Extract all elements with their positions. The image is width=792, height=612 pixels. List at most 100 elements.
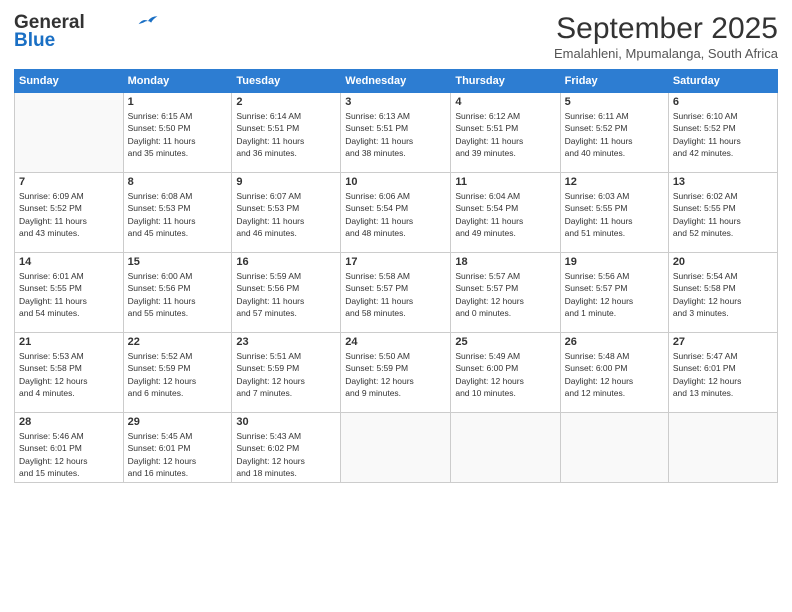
calendar-cell bbox=[560, 413, 668, 483]
calendar-cell: 30 Sunrise: 5:43 AMSunset: 6:02 PMDayligh… bbox=[232, 413, 341, 483]
calendar-cell: 19 Sunrise: 5:56 AMSunset: 5:57 PMDayligh… bbox=[560, 253, 668, 333]
calendar-cell: 26 Sunrise: 5:48 AMSunset: 6:00 PMDayligh… bbox=[560, 333, 668, 413]
calendar-table: Sunday Monday Tuesday Wednesday Thursday… bbox=[14, 69, 778, 483]
calendar-cell: 27 Sunrise: 5:47 AMSunset: 6:01 PMDayligh… bbox=[668, 333, 777, 413]
day-number: 16 bbox=[236, 256, 336, 268]
day-info: Sunrise: 5:49 AMSunset: 6:00 PMDaylight:… bbox=[455, 350, 555, 399]
col-saturday: Saturday bbox=[668, 70, 777, 93]
day-number: 14 bbox=[19, 256, 119, 268]
day-info: Sunrise: 5:53 AMSunset: 5:58 PMDaylight:… bbox=[19, 350, 119, 399]
day-info: Sunrise: 5:58 AMSunset: 5:57 PMDaylight:… bbox=[345, 270, 446, 319]
day-number: 25 bbox=[455, 336, 555, 348]
day-info: Sunrise: 5:51 AMSunset: 5:59 PMDaylight:… bbox=[236, 350, 336, 399]
day-info: Sunrise: 5:43 AMSunset: 6:02 PMDaylight:… bbox=[236, 430, 336, 479]
day-info: Sunrise: 6:09 AMSunset: 5:52 PMDaylight:… bbox=[19, 190, 119, 239]
day-number: 8 bbox=[128, 176, 228, 188]
month-title: September 2025 bbox=[554, 12, 778, 46]
calendar-cell: 24 Sunrise: 5:50 AMSunset: 5:59 PMDayligh… bbox=[341, 333, 451, 413]
day-number: 30 bbox=[236, 416, 336, 428]
day-number: 23 bbox=[236, 336, 336, 348]
day-info: Sunrise: 6:08 AMSunset: 5:53 PMDaylight:… bbox=[128, 190, 228, 239]
day-info: Sunrise: 6:04 AMSunset: 5:54 PMDaylight:… bbox=[455, 190, 555, 239]
day-number: 13 bbox=[673, 176, 773, 188]
calendar-cell bbox=[15, 93, 124, 173]
day-info: Sunrise: 5:59 AMSunset: 5:56 PMDaylight:… bbox=[236, 270, 336, 319]
page-header: General Blue September 2025 Emalahleni, … bbox=[14, 12, 778, 61]
calendar-cell: 3 Sunrise: 6:13 AMSunset: 5:51 PMDaylight… bbox=[341, 93, 451, 173]
day-number: 3 bbox=[345, 96, 446, 108]
day-info: Sunrise: 6:01 AMSunset: 5:55 PMDaylight:… bbox=[19, 270, 119, 319]
day-info: Sunrise: 6:13 AMSunset: 5:51 PMDaylight:… bbox=[345, 110, 446, 159]
day-info: Sunrise: 6:12 AMSunset: 5:51 PMDaylight:… bbox=[455, 110, 555, 159]
calendar-cell: 7 Sunrise: 6:09 AMSunset: 5:52 PMDaylight… bbox=[15, 173, 124, 253]
day-info: Sunrise: 6:03 AMSunset: 5:55 PMDaylight:… bbox=[565, 190, 664, 239]
calendar-cell bbox=[341, 413, 451, 483]
day-number: 10 bbox=[345, 176, 446, 188]
day-info: Sunrise: 6:07 AMSunset: 5:53 PMDaylight:… bbox=[236, 190, 336, 239]
day-number: 7 bbox=[19, 176, 119, 188]
col-thursday: Thursday bbox=[451, 70, 560, 93]
calendar-cell: 2 Sunrise: 6:14 AMSunset: 5:51 PMDaylight… bbox=[232, 93, 341, 173]
calendar-cell: 9Sunrise: 6:07 AMSunset: 5:53 PMDaylight… bbox=[232, 173, 341, 253]
day-info: Sunrise: 6:11 AMSunset: 5:52 PMDaylight:… bbox=[565, 110, 664, 159]
day-info: Sunrise: 5:46 AMSunset: 6:01 PMDaylight:… bbox=[19, 430, 119, 479]
calendar-cell: 5 Sunrise: 6:11 AMSunset: 5:52 PMDaylight… bbox=[560, 93, 668, 173]
day-number: 26 bbox=[565, 336, 664, 348]
title-block: September 2025 Emalahleni, Mpumalanga, S… bbox=[554, 12, 778, 61]
calendar-header-row: Sunday Monday Tuesday Wednesday Thursday… bbox=[15, 70, 778, 93]
day-number: 28 bbox=[19, 416, 119, 428]
day-number: 22 bbox=[128, 336, 228, 348]
calendar-cell: 12 Sunrise: 6:03 AMSunset: 5:55 PMDayligh… bbox=[560, 173, 668, 253]
calendar-cell: 23 Sunrise: 5:51 AMSunset: 5:59 PMDayligh… bbox=[232, 333, 341, 413]
day-info: Sunrise: 6:15 AMSunset: 5:50 PMDaylight:… bbox=[128, 110, 228, 159]
day-info: Sunrise: 5:48 AMSunset: 6:00 PMDaylight:… bbox=[565, 350, 664, 399]
calendar-cell: 28 Sunrise: 5:46 AMSunset: 6:01 PMDayligh… bbox=[15, 413, 124, 483]
calendar-cell: 14 Sunrise: 6:01 AMSunset: 5:55 PMDayligh… bbox=[15, 253, 124, 333]
calendar-cell: 11 Sunrise: 6:04 AMSunset: 5:54 PMDayligh… bbox=[451, 173, 560, 253]
day-number: 18 bbox=[455, 256, 555, 268]
day-number: 21 bbox=[19, 336, 119, 348]
day-number: 29 bbox=[128, 416, 228, 428]
day-info: Sunrise: 6:06 AMSunset: 5:54 PMDaylight:… bbox=[345, 190, 446, 239]
day-info: Sunrise: 5:47 AMSunset: 6:01 PMDaylight:… bbox=[673, 350, 773, 399]
day-number: 19 bbox=[565, 256, 664, 268]
calendar-cell: 25 Sunrise: 5:49 AMSunset: 6:00 PMDayligh… bbox=[451, 333, 560, 413]
day-number: 20 bbox=[673, 256, 773, 268]
calendar-cell bbox=[668, 413, 777, 483]
location-subtitle: Emalahleni, Mpumalanga, South Africa bbox=[554, 46, 778, 61]
day-info: Sunrise: 5:56 AMSunset: 5:57 PMDaylight:… bbox=[565, 270, 664, 319]
day-info: Sunrise: 6:10 AMSunset: 5:52 PMDaylight:… bbox=[673, 110, 773, 159]
calendar-cell: 6 Sunrise: 6:10 AMSunset: 5:52 PMDaylight… bbox=[668, 93, 777, 173]
col-tuesday: Tuesday bbox=[232, 70, 341, 93]
col-monday: Monday bbox=[123, 70, 232, 93]
day-number: 27 bbox=[673, 336, 773, 348]
col-sunday: Sunday bbox=[15, 70, 124, 93]
logo-blue: Blue bbox=[14, 30, 55, 52]
day-number: 12 bbox=[565, 176, 664, 188]
logo: General Blue bbox=[14, 12, 159, 52]
day-info: Sunrise: 5:50 AMSunset: 5:59 PMDaylight:… bbox=[345, 350, 446, 399]
day-info: Sunrise: 5:45 AMSunset: 6:01 PMDaylight:… bbox=[128, 430, 228, 479]
col-wednesday: Wednesday bbox=[341, 70, 451, 93]
day-info: Sunrise: 5:54 AMSunset: 5:58 PMDaylight:… bbox=[673, 270, 773, 319]
day-info: Sunrise: 5:57 AMSunset: 5:57 PMDaylight:… bbox=[455, 270, 555, 319]
calendar-cell: 10 Sunrise: 6:06 AMSunset: 5:54 PMDayligh… bbox=[341, 173, 451, 253]
day-number: 6 bbox=[673, 96, 773, 108]
calendar-cell: 22 Sunrise: 5:52 AMSunset: 5:59 PMDayligh… bbox=[123, 333, 232, 413]
calendar-cell: 16 Sunrise: 5:59 AMSunset: 5:56 PMDayligh… bbox=[232, 253, 341, 333]
calendar-cell: 18 Sunrise: 5:57 AMSunset: 5:57 PMDayligh… bbox=[451, 253, 560, 333]
calendar-cell: 8 Sunrise: 6:08 AMSunset: 5:53 PMDaylight… bbox=[123, 173, 232, 253]
calendar-cell: 17Sunrise: 5:58 AMSunset: 5:57 PMDayligh… bbox=[341, 253, 451, 333]
calendar-cell: 15Sunrise: 6:00 AMSunset: 5:56 PMDayligh… bbox=[123, 253, 232, 333]
day-info: Sunrise: 5:52 AMSunset: 5:59 PMDaylight:… bbox=[128, 350, 228, 399]
day-info: Sunrise: 6:14 AMSunset: 5:51 PMDaylight:… bbox=[236, 110, 336, 159]
calendar-cell: 20 Sunrise: 5:54 AMSunset: 5:58 PMDayligh… bbox=[668, 253, 777, 333]
calendar-cell: 21 Sunrise: 5:53 AMSunset: 5:58 PMDayligh… bbox=[15, 333, 124, 413]
day-number: 5 bbox=[565, 96, 664, 108]
calendar-cell: 4Sunrise: 6:12 AMSunset: 5:51 PMDaylight… bbox=[451, 93, 560, 173]
day-number: 24 bbox=[345, 336, 446, 348]
day-number: 2 bbox=[236, 96, 336, 108]
day-number: 11 bbox=[455, 176, 555, 188]
day-number: 15 bbox=[128, 256, 228, 268]
calendar-cell bbox=[451, 413, 560, 483]
